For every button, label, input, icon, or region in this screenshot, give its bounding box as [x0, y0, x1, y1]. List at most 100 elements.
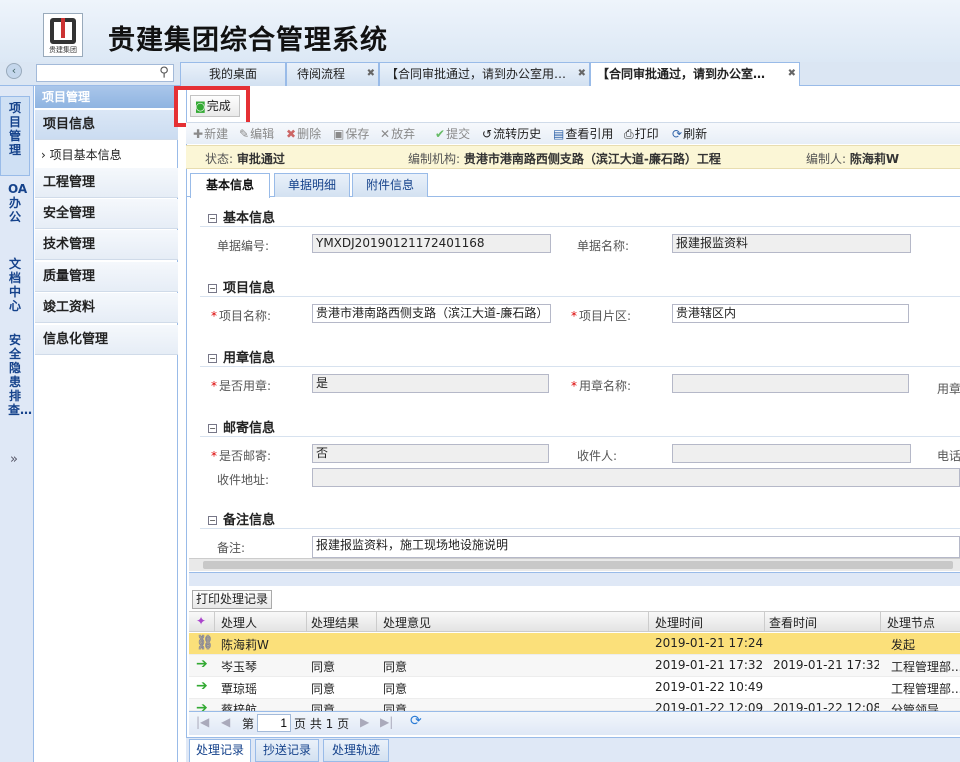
cell-node: 工程管理部... [891, 682, 960, 696]
abandon-icon: ✕ [380, 127, 391, 141]
close-tab-icon[interactable]: ✖ [788, 63, 796, 85]
page-suffix: 页 共 1 页 [294, 717, 350, 731]
print-button[interactable]: ⎙打印 [624, 125, 659, 142]
tab-contract-approval-2[interactable]: 【合同审批通过，请到办公室… ✖ [590, 62, 800, 87]
sidebar-item-engineering[interactable]: 工程管理 [35, 168, 178, 198]
sidebar-item-informatization[interactable]: 信息化管理 [35, 325, 178, 355]
collapse-icon[interactable]: − [208, 424, 217, 433]
module-oa[interactable]: OA办公 [0, 182, 30, 244]
save-button[interactable]: ▣保存 [333, 125, 369, 142]
use-seal-field[interactable]: 是 [312, 374, 549, 393]
col-result[interactable]: 处理结果 [311, 614, 359, 631]
module-documents[interactable]: 文档中心 [0, 257, 30, 319]
collapse-icon[interactable]: − [208, 354, 217, 363]
refresh-button[interactable]: ⟳刷新 [672, 125, 707, 142]
table-row[interactable] [189, 633, 960, 655]
menu-search-input[interactable] [36, 64, 174, 82]
sidebar-subitem-project-basic-info[interactable]: › 项目基本信息 [36, 143, 178, 167]
delete-button[interactable]: ✖删除 [286, 125, 321, 142]
seal-name-field[interactable] [672, 374, 909, 393]
first-page-icon[interactable]: |◀ [196, 715, 209, 729]
section-remark-info[interactable]: − 备注信息 [208, 509, 275, 528]
edit-button[interactable]: ✎编辑 [239, 125, 274, 142]
close-tab-icon[interactable]: ✖ [578, 63, 586, 85]
expand-icon[interactable]: » [10, 452, 18, 467]
cell-node: 发起 [891, 638, 916, 652]
tab-cc-records[interactable]: 抄送记录 [255, 739, 319, 762]
collapse-icon[interactable]: − [208, 516, 217, 525]
refresh-icon[interactable]: ⟳ [410, 713, 422, 729]
recipient-field[interactable] [672, 444, 911, 463]
logo-mark-icon [50, 18, 76, 44]
address-field[interactable] [312, 468, 960, 487]
history-icon: ↺ [482, 127, 493, 141]
cell-person: 蔡梓航 [221, 703, 258, 711]
collapse-icon[interactable]: − [208, 284, 217, 293]
tab-my-desktop[interactable]: 我的桌面 [180, 62, 286, 86]
col-time[interactable]: 处理时间 [655, 614, 703, 631]
col-viewed[interactable]: 查看时间 [769, 614, 817, 631]
tab-attachments[interactable]: 附件信息 [352, 173, 428, 197]
tab-pending-read[interactable]: 待阅流程 ✖ [286, 62, 379, 86]
project-area-label: * 项目片区: [571, 309, 632, 323]
cell-person: 陈海莉W [221, 638, 269, 652]
module-safety-inspection[interactable]: 安全隐患排查… [0, 333, 32, 441]
seal-name-label: * 用章名称: [571, 379, 632, 393]
remark-field[interactable]: 报建报监资料，施工现场地设施说明 [312, 536, 960, 558]
arrow-right-icon: ➔ [196, 700, 208, 711]
sidebar-item-safety[interactable]: 安全管理 [35, 199, 178, 229]
tab-contract-approval-1[interactable]: 【合同审批通过，请到办公室用… ✖ [379, 62, 590, 86]
tab-process-records[interactable]: 处理记录 [189, 739, 251, 762]
tab-process-track[interactable]: 处理轨迹 [323, 739, 389, 762]
abandon-button[interactable]: ✕放弃 [380, 125, 415, 142]
section-seal-info[interactable]: − 用章信息 [208, 347, 275, 366]
table-row[interactable] [189, 677, 960, 699]
doc-name-field[interactable]: 报建报监资料 [672, 234, 911, 253]
arrow-right-icon: ➔ [196, 656, 208, 672]
project-area-field[interactable]: 贵港辖区内 [672, 304, 909, 323]
section-basic-info[interactable]: − 基本信息 [208, 207, 275, 226]
mail-field[interactable]: 否 [312, 444, 549, 463]
sidebar-item-quality[interactable]: 质量管理 [35, 262, 178, 292]
new-button[interactable]: ✚新建 [193, 125, 228, 142]
col-opinion[interactable]: 处理意见 [383, 614, 431, 631]
page-prefix: 第 [242, 717, 255, 731]
print-records-button[interactable]: 打印处理记录 [192, 590, 273, 609]
prev-page-icon[interactable]: ◀ [221, 715, 230, 729]
history-button[interactable]: ↺流转历史 [482, 125, 541, 142]
submit-button[interactable]: ✔提交 [435, 125, 470, 142]
collapse-icon[interactable]: − [208, 214, 217, 223]
tab-doc-details[interactable]: 单据明细 [274, 173, 350, 197]
last-page-icon[interactable]: ▶| [380, 715, 393, 729]
doc-name-label: 单据名称: [577, 239, 630, 253]
scroll-thumb[interactable] [203, 561, 953, 569]
col-node[interactable]: 处理节点 [887, 614, 935, 631]
doc-no-label: 单据编号: [217, 239, 270, 253]
horizontal-scrollbar[interactable] [189, 558, 960, 571]
page-number-input[interactable] [257, 714, 291, 732]
tab-basic-info[interactable]: 基本信息 [190, 173, 270, 198]
doc-no-field[interactable]: YMXDJ20190121172401168 [312, 234, 551, 253]
panel-splitter[interactable] [189, 572, 960, 586]
company-logo: 贵建集团 [43, 13, 83, 57]
section-mail-info[interactable]: − 邮寄信息 [208, 417, 275, 436]
next-page-icon[interactable]: ▶ [360, 715, 369, 729]
project-name-field[interactable]: 贵港市港南路西侧支路（滨江大道-廉石路） [312, 304, 551, 323]
col-person[interactable]: 处理人 [221, 614, 257, 631]
logo-text: 贵建集团 [49, 46, 77, 54]
collapse-left-icon[interactable]: ‹ [6, 63, 22, 79]
sidebar-item-project-info[interactable]: 项目信息 [35, 110, 178, 140]
cell-time: 2019-01-21 17:32... [655, 658, 763, 672]
sidebar-item-technical[interactable]: 技术管理 [35, 230, 178, 260]
sidebar-header: 项目管理 [35, 86, 178, 108]
system-title: 贵建集团综合管理系统 [108, 25, 388, 56]
search-icon[interactable]: ⚲ [156, 64, 172, 82]
view-refs-button[interactable]: ▤查看引用 [553, 125, 613, 142]
sidebar-item-completion-docs[interactable]: 竣工资料 [35, 293, 178, 323]
cell-result: 同意 [311, 703, 336, 711]
module-project-management[interactable]: 项目管理 [0, 96, 30, 176]
section-project-info[interactable]: − 项目信息 [208, 277, 275, 296]
cell-viewed: 2019-01-21 17:32... [773, 658, 879, 672]
mail-label: * 是否邮寄: [211, 449, 272, 463]
close-tab-icon[interactable]: ✖ [367, 63, 375, 85]
